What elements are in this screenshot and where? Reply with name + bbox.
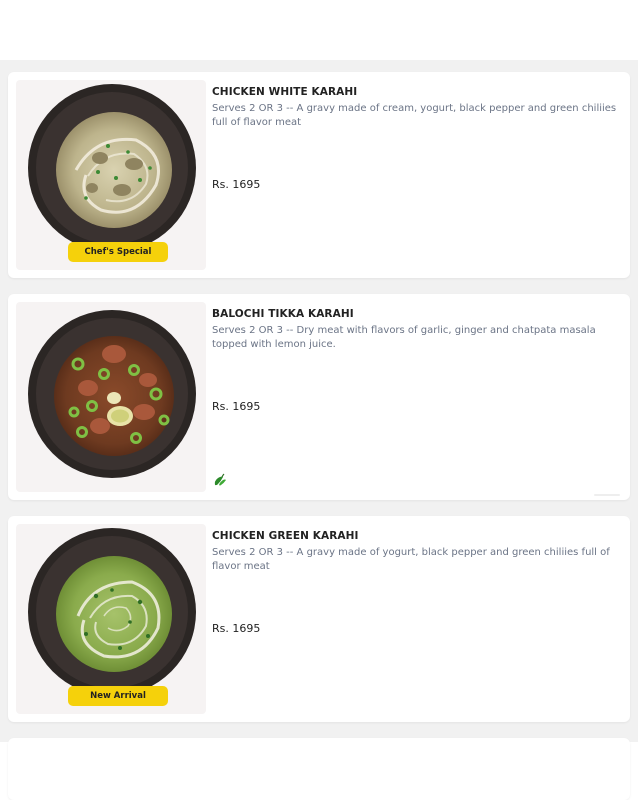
dish-name[interactable]: BALOCHI TIKKA KARAHI [212, 308, 620, 321]
dish-description: Serves 2 OR 3 -- A gravy made of cream, … [212, 103, 617, 128]
dish-info: CHICKEN WHITE KARAHI Serves 2 OR 3 -- A … [212, 86, 620, 130]
dish-price: Rs. 1695 [212, 178, 261, 191]
menu-item-card[interactable]: New Arrival CHICKEN GREEN KARAHI Serves … [8, 516, 630, 722]
divider [594, 494, 620, 496]
dish-description: Serves 2 OR 3 -- A gravy made of yogurt,… [212, 547, 610, 572]
menu-item-card[interactable]: BALOCHI TIKKA KARAHI Serves 2 OR 3 -- Dr… [8, 294, 630, 500]
dish-image[interactable]: New Arrival [16, 524, 206, 714]
dish-image[interactable]: Chef's Special [16, 80, 206, 270]
menu-page: Chef's Special CHICKEN WHITE KARAHI Serv… [0, 0, 638, 800]
dish-description: Serves 2 OR 3 -- Dry meat with flavors o… [212, 325, 596, 350]
dish-name[interactable]: CHICKEN WHITE KARAHI [212, 86, 620, 99]
chili-icon [214, 473, 226, 486]
menu-item-card-partial[interactable] [8, 738, 630, 800]
dish-info: CHICKEN GREEN KARAHI Serves 2 OR 3 -- A … [212, 530, 620, 574]
new-arrival-badge: New Arrival [68, 686, 168, 706]
dish-price: Rs. 1695 [212, 622, 261, 635]
chefs-special-badge: Chef's Special [68, 242, 168, 262]
balochi-karahi-icon [28, 310, 196, 478]
menu-item-card[interactable]: Chef's Special CHICKEN WHITE KARAHI Serv… [8, 72, 630, 278]
dish-info: BALOCHI TIKKA KARAHI Serves 2 OR 3 -- Dr… [212, 308, 620, 352]
dish-name[interactable]: CHICKEN GREEN KARAHI [212, 530, 620, 543]
dish-image[interactable] [16, 302, 206, 492]
dish-price: Rs. 1695 [212, 400, 261, 413]
